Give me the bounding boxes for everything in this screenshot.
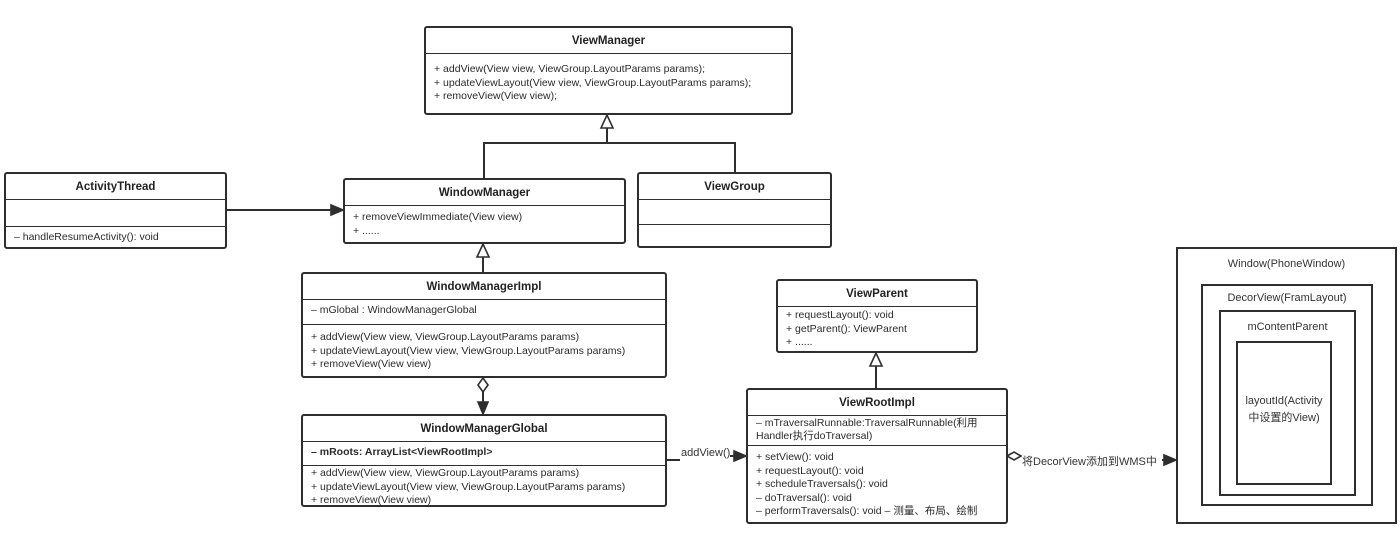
class-title: ViewRootImpl [748, 390, 1006, 416]
class-title: ViewManager [426, 28, 791, 54]
edge-label-addview: addView() [681, 447, 731, 459]
arrowhead-filled-viewrootimpl [733, 449, 749, 463]
method: + updateViewLayout(View view, ViewGroup.… [311, 480, 626, 493]
class-title: ViewGroup [639, 174, 830, 200]
class-windowmanagerglobal[interactable]: WindowManagerGlobal – mRoots: ArrayList<… [301, 414, 667, 507]
field: – mRoots: ArrayList<ViewRootImpl> [311, 446, 493, 458]
method: + removeView(View view) [311, 358, 432, 370]
class-title: WindowManagerGlobal [303, 416, 665, 442]
class-title: ActivityThread [6, 174, 225, 200]
method: + updateViewLayout(View view, ViewGroup.… [434, 76, 752, 89]
layout-id-label-line2: 中设置的View) [1248, 412, 1320, 424]
arrowhead-hollow-windowmanager [475, 242, 491, 258]
class-viewmanager[interactable]: ViewManager + addView(View view, ViewGro… [424, 26, 793, 115]
method: + addView(View view, ViewGroup.LayoutPar… [311, 467, 580, 479]
arrowhead-filled-global [476, 401, 490, 417]
class-title: ViewParent [778, 281, 976, 307]
field: – mGlobal : WindowManagerGlobal [311, 304, 477, 316]
decorview-label: DecorView(FramLayout) [1227, 292, 1347, 304]
class-fields [639, 200, 830, 225]
method: + scheduleTraversals(): void [756, 478, 888, 490]
class-methods: + addView(View view, ViewGroup.LayoutPar… [303, 325, 665, 374]
class-methods: + requestLayout(): void + getParent(): V… [778, 307, 976, 352]
method: + ...... [786, 336, 813, 348]
method: + removeView(View view) [311, 494, 432, 506]
class-windowmanagerimpl[interactable]: WindowManagerImpl – mGlobal : WindowMana… [301, 272, 667, 378]
class-fields: – mTraversalRunnable:TraversalRunnable(利… [748, 416, 1006, 446]
method: + removeView(View view); [434, 90, 558, 102]
method: – doTraversal(): void [756, 491, 852, 504]
method: + getParent(): ViewParent [786, 322, 907, 335]
class-methods: – handleResumeActivity(): void [6, 227, 225, 247]
layout-id-frame[interactable]: layoutId(Activity 中设置的View) [1236, 341, 1332, 485]
class-methods [639, 225, 830, 229]
method: + removeViewImmediate(View view) [353, 211, 523, 223]
arrowhead-hollow-viewmanager [599, 113, 615, 129]
class-fields: – mRoots: ArrayList<ViewRootImpl> [303, 442, 665, 466]
method: + requestLayout(): void [756, 464, 864, 477]
method: – handleResumeActivity(): void [14, 231, 159, 243]
class-methods: + addView(View view, ViewGroup.LayoutPar… [426, 54, 791, 106]
class-activitythread[interactable]: ActivityThread – handleResumeActivity():… [4, 172, 227, 249]
class-viewparent[interactable]: ViewParent + requestLayout(): void + get… [776, 279, 978, 353]
class-viewrootimpl[interactable]: ViewRootImpl – mTraversalRunnable:Traver… [746, 388, 1008, 524]
aggregation-diamond-impl [477, 376, 489, 394]
arrowhead-hollow-viewparent [868, 351, 884, 367]
class-methods: + addView(View view, ViewGroup.LayoutPar… [303, 466, 665, 510]
class-title: WindowManager [345, 180, 624, 206]
arrowhead-filled-windowmanager [330, 203, 346, 217]
aggregation-diamond-viewrootimpl [1005, 451, 1023, 461]
method: + ...... [353, 224, 380, 237]
method: + updateViewLayout(View view, ViewGroup.… [311, 344, 626, 357]
method: + setView(): void [756, 451, 834, 463]
class-windowmanager[interactable]: WindowManager + removeViewImmediate(View… [343, 178, 626, 244]
class-fields [6, 200, 225, 227]
content-parent-label: mContentParent [1247, 321, 1328, 333]
method: + addView(View view, ViewGroup.LayoutPar… [311, 331, 580, 343]
class-title: WindowManagerImpl [303, 274, 665, 300]
class-fields: – mGlobal : WindowManagerGlobal [303, 300, 665, 325]
class-viewgroup[interactable]: ViewGroup [637, 172, 832, 248]
layout-id-label-line1: layoutId(Activity [1245, 395, 1323, 407]
class-methods: + setView(): void + requestLayout(): voi… [748, 446, 1006, 521]
window-label: Window(PhoneWindow) [1227, 258, 1346, 270]
field: – mTraversalRunnable:TraversalRunnable(利… [756, 417, 978, 429]
class-methods: + removeViewImmediate(View view) + .....… [345, 206, 624, 240]
field: Handler执行doTraversal) [756, 430, 873, 442]
method: + addView(View view, ViewGroup.LayoutPar… [434, 63, 706, 75]
edge-label-add-decorview-to-wms: 将DecorView添加到WMS中 [1022, 453, 1157, 469]
method: – performTraversals(): void – 测量、布局、绘制 [756, 505, 978, 517]
arrowhead-filled-window [1163, 453, 1179, 467]
method: + requestLayout(): void [786, 309, 894, 321]
